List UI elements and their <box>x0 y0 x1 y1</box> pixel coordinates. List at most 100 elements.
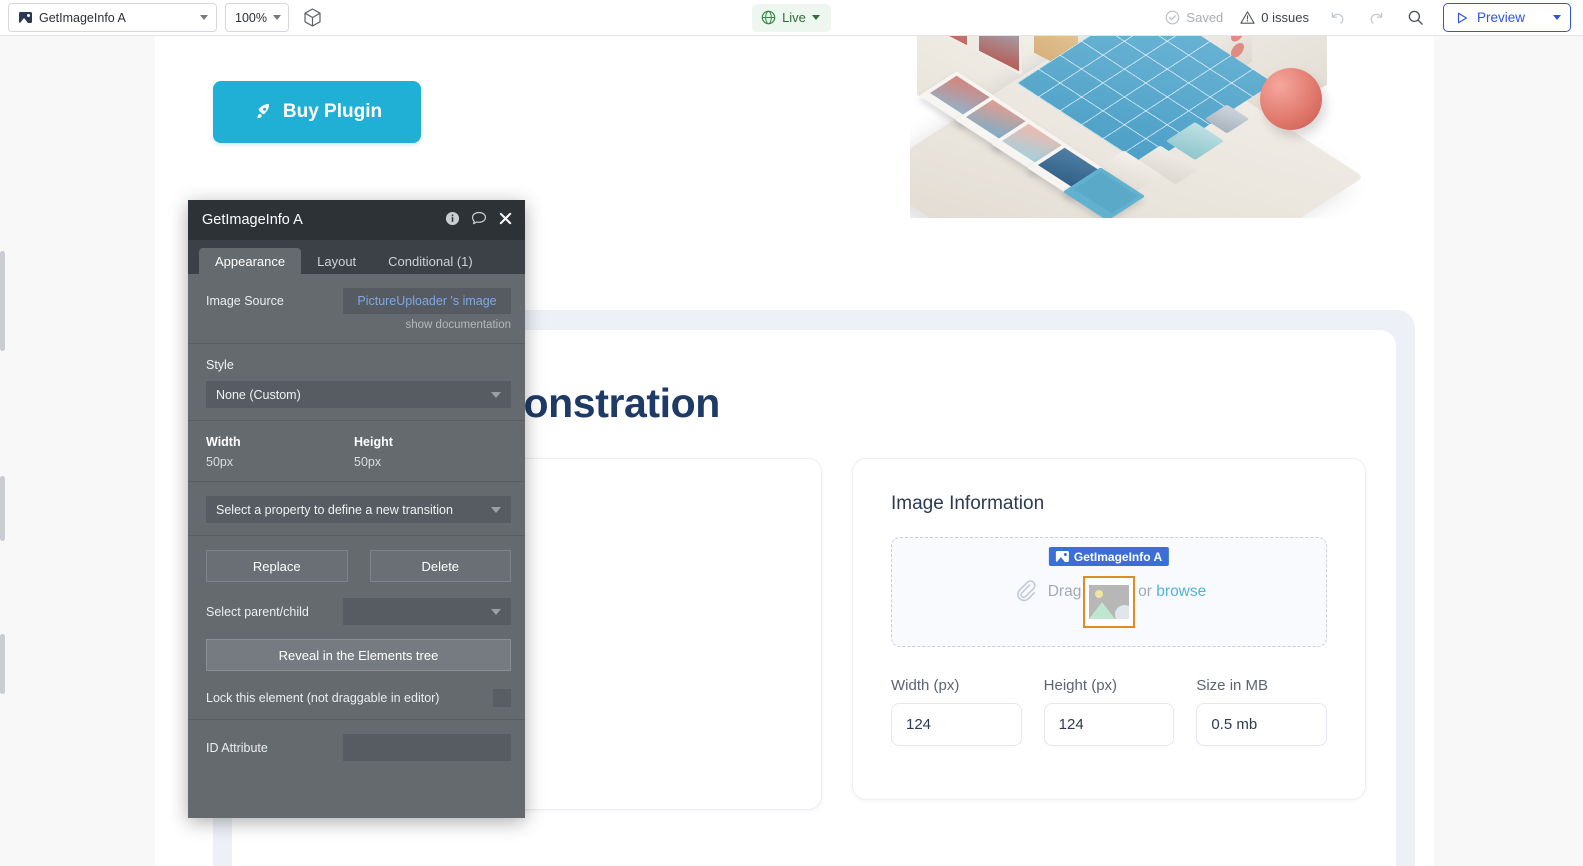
field-height-input[interactable]: 124 <box>1043 703 1175 746</box>
select-parent-child-label: Select parent/child <box>206 604 309 619</box>
search-icon <box>1408 10 1423 25</box>
image-information-card: Image Information Drag & Drop or browse <box>852 458 1366 800</box>
id-attribute-section: ID Attribute <box>188 720 525 773</box>
live-mode-label: Live <box>782 10 806 25</box>
style-section: Style None (Custom) <box>188 344 525 421</box>
chevron-down-icon <box>273 15 281 20</box>
field-size-input[interactable]: 0.5 mb <box>1196 703 1328 746</box>
issues-indicator[interactable]: 0 issues <box>1240 10 1309 25</box>
element-selector-dropdown[interactable]: GetImageInfo A <box>8 3 217 32</box>
image-info-fields: Width (px) 124 Height (px) 124 Size in M… <box>891 677 1328 746</box>
image-source-label: Image Source <box>206 294 284 308</box>
preview-label: Preview <box>1477 10 1526 25</box>
image-source-value[interactable]: PictureUploader 's image <box>343 288 511 314</box>
style-dropdown[interactable]: None (Custom) <box>206 381 511 408</box>
property-panel-tabs: Appearance Layout Conditional (1) <box>188 240 525 274</box>
saved-status: Saved <box>1165 10 1223 25</box>
reveal-in-elements-tree-button[interactable]: Reveal in the Elements tree <box>206 639 511 671</box>
field-width-input[interactable]: 124 <box>891 703 1022 746</box>
width-value[interactable]: 50px <box>206 455 354 469</box>
buy-plugin-button[interactable]: Buy Plugin <box>213 81 421 143</box>
check-circle-icon <box>1166 10 1180 25</box>
field-size: Size in MB 0.5 mb <box>1196 677 1328 746</box>
live-mode-selector[interactable]: Live <box>752 3 831 32</box>
zoom-level-label: 100% <box>235 10 267 25</box>
tab-layout[interactable]: Layout <box>301 248 372 274</box>
replace-button[interactable]: Replace <box>206 550 348 582</box>
image-source-row: Image Source PictureUploader 's image <box>206 288 511 314</box>
tab-appearance[interactable]: Appearance <box>199 248 302 274</box>
globe-icon <box>761 10 776 25</box>
dimensions-section: Width 50px Height 50px <box>188 421 525 482</box>
selected-element-badge: GetImageInfo A <box>1048 547 1170 566</box>
redo-button[interactable] <box>1365 7 1387 29</box>
show-documentation-link[interactable]: show documentation <box>206 319 511 331</box>
tab-conditional[interactable]: Conditional (1) <box>372 248 489 274</box>
chevron-down-icon <box>491 391 501 398</box>
chevron-down-icon <box>200 15 208 20</box>
select-parent-child-dropdown[interactable] <box>343 598 511 625</box>
toolbar-right-group: Saved 0 issues Preview <box>1165 3 1583 32</box>
3d-box-button[interactable] <box>297 3 327 32</box>
lock-element-row: Lock this element (not draggable in edit… <box>206 689 511 707</box>
comment-icon[interactable] <box>471 211 487 229</box>
id-attribute-input[interactable] <box>343 734 511 761</box>
field-size-label: Size in MB <box>1196 677 1269 694</box>
chevron-down-icon <box>491 608 501 615</box>
toolbar-left-group: GetImageInfo A 100% <box>0 3 327 32</box>
field-height-label: Height (px) <box>1043 677 1118 694</box>
left-scroll-rail[interactable] <box>0 251 5 351</box>
3d-box-icon <box>303 8 321 27</box>
property-panel-header: GetImageInfo A <box>188 200 525 240</box>
info-icon[interactable] <box>445 211 460 229</box>
undo-button[interactable] <box>1326 7 1348 29</box>
lock-element-checkbox[interactable] <box>493 689 511 707</box>
selected-element-badge-label: GetImageInfo A <box>1073 549 1163 564</box>
selected-image-element[interactable] <box>1083 576 1135 628</box>
field-width-label: Width (px) <box>891 677 960 694</box>
transition-dropdown[interactable]: Select a property to define a new transi… <box>206 496 511 523</box>
preview-button[interactable]: Preview <box>1443 3 1571 32</box>
left-scroll-rail[interactable] <box>0 634 5 694</box>
saved-status-label: Saved <box>1186 10 1224 25</box>
height-field: Height 50px <box>354 435 502 469</box>
illustration-sphere <box>1260 68 1322 130</box>
lock-element-label: Lock this element (not draggable in edit… <box>206 691 440 705</box>
field-height: Height (px) 124 <box>1043 677 1175 746</box>
redo-arrow-icon <box>1369 12 1382 24</box>
play-triangle-icon <box>1457 12 1467 23</box>
chevron-down-icon <box>491 506 501 513</box>
warning-triangle-icon <box>1240 11 1255 24</box>
hero-illustration <box>910 36 1380 218</box>
buy-plugin-label: Buy Plugin <box>282 101 383 122</box>
image-placeholder-icon <box>1089 585 1129 619</box>
dropzone-browse-link[interactable]: browse <box>1156 583 1206 600</box>
left-scroll-rail[interactable] <box>0 476 5 541</box>
width-label: Width <box>206 435 241 449</box>
issues-label: 0 issues <box>1261 10 1309 25</box>
property-panel-body: Image Source PictureUploader 's image sh… <box>188 274 525 773</box>
image-information-heading: Image Information <box>891 493 1045 514</box>
undo-arrow-icon <box>1331 12 1344 24</box>
replace-delete-row: Replace Delete <box>206 550 511 582</box>
search-button[interactable] <box>1404 7 1426 29</box>
transition-dropdown-placeholder: Select a property to define a new transi… <box>216 502 453 517</box>
image-dropzone[interactable]: Drag & Drop or browse GetImageInfo A <box>891 537 1327 647</box>
image-icon <box>1055 551 1069 562</box>
top-toolbar: GetImageInfo A 100% Live Saved 0 issues … <box>0 0 1583 36</box>
delete-button[interactable]: Delete <box>369 550 511 582</box>
element-property-panel: GetImageInfo A Appearance Layout Conditi… <box>188 200 525 818</box>
select-parent-child-row: Select parent/child <box>206 598 511 625</box>
close-icon[interactable] <box>498 211 513 229</box>
property-panel-title: GetImageInfo A <box>202 212 303 228</box>
transition-section: Select a property to define a new transi… <box>188 482 525 536</box>
chevron-down-icon <box>811 15 820 20</box>
element-selector-label: GetImageInfo A <box>39 10 126 25</box>
id-attribute-row: ID Attribute <box>206 734 511 761</box>
actions-section: Replace Delete Select parent/child Revea… <box>188 536 525 720</box>
width-field: Width 50px <box>206 435 354 469</box>
zoom-level-dropdown[interactable]: 100% <box>225 3 289 32</box>
height-value[interactable]: 50px <box>354 455 502 469</box>
style-label: Style <box>206 358 234 372</box>
style-dropdown-value: None (Custom) <box>216 387 301 402</box>
